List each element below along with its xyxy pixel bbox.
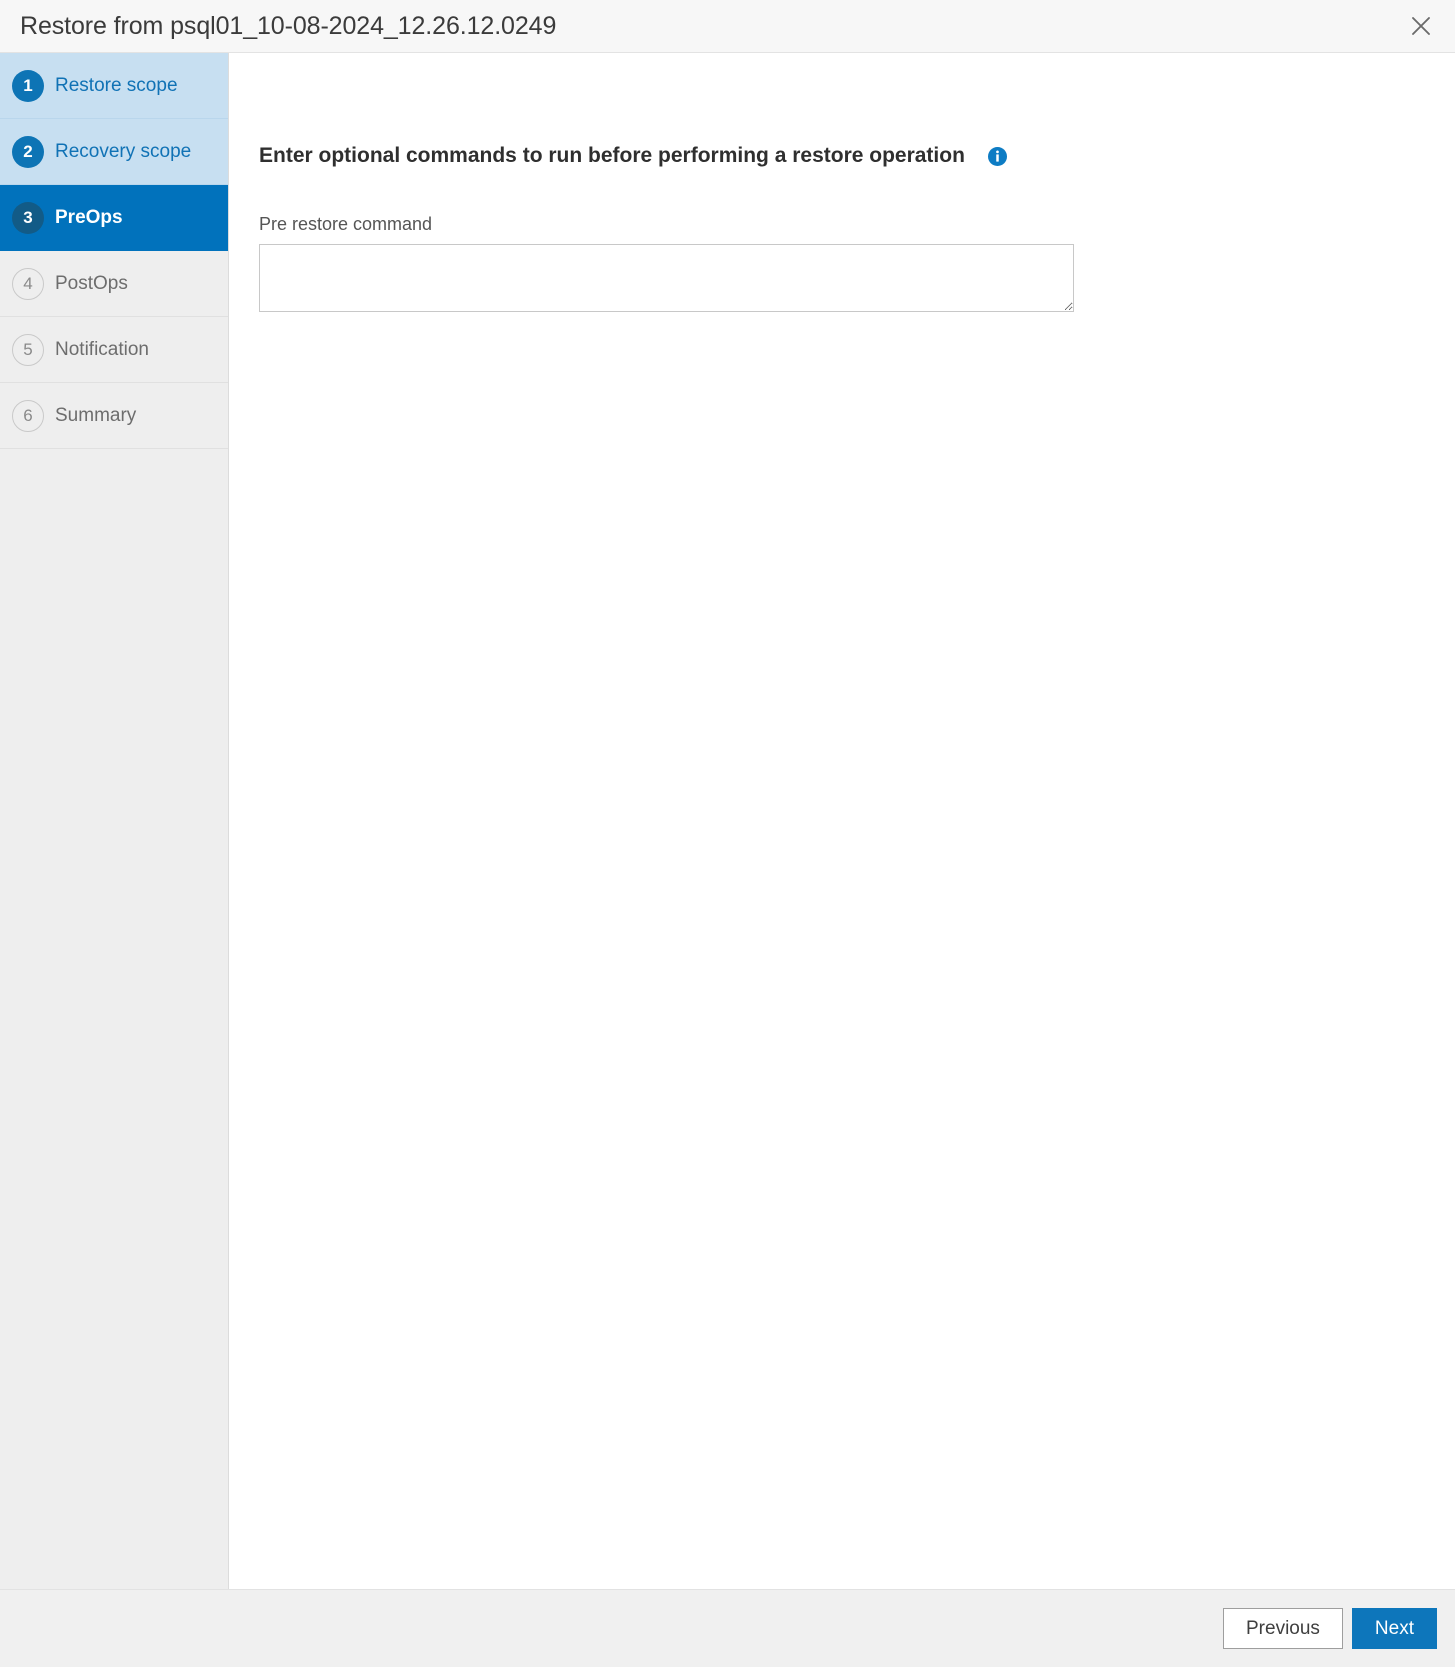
step-badge-4: 4 [12, 267, 44, 300]
close-button[interactable] [1401, 6, 1441, 46]
restore-wizard-dialog: Restore from psql01_10-08-2024_12.26.12.… [0, 0, 1455, 1667]
pre-restore-command-label: Pre restore command [259, 214, 433, 235]
sidebar-filler [0, 449, 228, 1589]
sidebar-item-label-restore-scope: Restore scope [55, 74, 178, 96]
sidebar-item-label-summary: Summary [55, 404, 137, 426]
step-badge-2: 2 [12, 135, 44, 168]
dialog-body: 1 Restore scope 2 Recovery scope 3 PreOp… [0, 53, 1455, 1589]
previous-button[interactable]: Previous [1223, 1608, 1343, 1649]
dialog-title: Restore from psql01_10-08-2024_12.26.12.… [20, 11, 557, 40]
sidebar-item-notification[interactable]: 5 Notification [0, 317, 228, 383]
sidebar-item-postops[interactable]: 4 PostOps [0, 251, 228, 317]
dialog-titlebar: Restore from psql01_10-08-2024_12.26.12.… [0, 0, 1455, 53]
sidebar-item-label-notification: Notification [55, 338, 149, 360]
sidebar-item-recovery-scope[interactable]: 2 Recovery scope [0, 119, 228, 185]
step-badge-6: 6 [12, 399, 44, 432]
sidebar-item-label-recovery-scope: Recovery scope [55, 140, 192, 162]
content-heading-row: Enter optional commands to run before pe… [259, 130, 1455, 182]
step-badge-1: 1 [12, 69, 44, 102]
sidebar-item-label-postops: PostOps [55, 272, 128, 294]
sidebar-item-summary[interactable]: 6 Summary [0, 383, 228, 449]
wizard-sidebar: 1 Restore scope 2 Recovery scope 3 PreOp… [0, 53, 229, 1589]
info-icon[interactable] [987, 146, 1007, 166]
sidebar-item-restore-scope[interactable]: 1 Restore scope [0, 53, 228, 119]
next-button[interactable]: Next [1351, 1608, 1437, 1649]
step-badge-3: 3 [12, 201, 44, 234]
step-badge-5: 5 [12, 333, 44, 366]
pre-restore-command-input[interactable] [259, 244, 1074, 313]
close-icon [1409, 14, 1433, 38]
dialog-footer: Previous Next [0, 1589, 1455, 1667]
sidebar-item-preops[interactable]: 3 PreOps [0, 185, 228, 251]
preops-panel: Enter optional commands to run before pe… [229, 53, 1455, 1589]
sidebar-item-label-preops: PreOps [55, 206, 123, 228]
page-title: Enter optional commands to run before pe… [259, 144, 965, 168]
